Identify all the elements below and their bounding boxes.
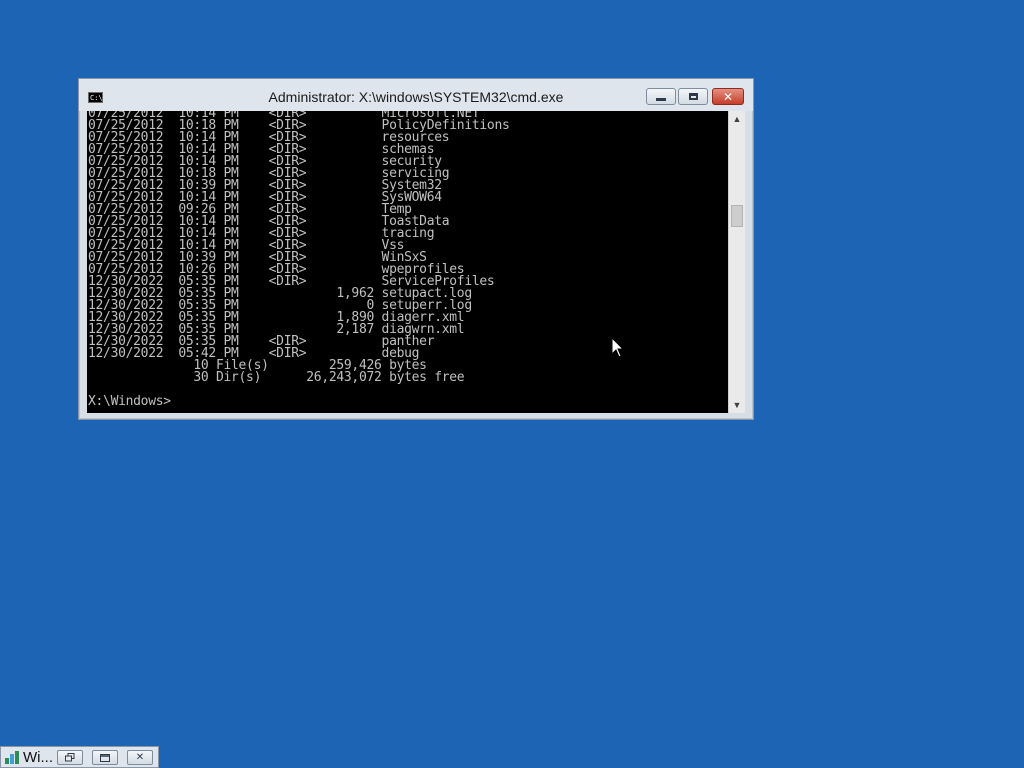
console-output[interactable]: 07/25/2012 10:14 PM <DIR> Microsoft.NET … [87, 111, 728, 413]
cmd-window[interactable]: C:\ Administrator: X:\windows\SYSTEM32\c… [78, 78, 754, 420]
close-icon: ✕ [722, 89, 734, 104]
taskbar-item-setup[interactable]: Wi... ✕ [0, 746, 159, 768]
taskbar-restore-button[interactable] [57, 750, 83, 765]
close-button[interactable]: ✕ [712, 88, 744, 105]
maximize-icon [100, 753, 110, 762]
setup-icon [5, 751, 19, 764]
vertical-scrollbar[interactable]: ▲ ▼ [728, 111, 745, 413]
mouse-pointer-icon [611, 337, 625, 358]
scrollbar-thumb[interactable] [731, 205, 743, 227]
taskbar-close-button[interactable]: ✕ [127, 750, 153, 765]
scroll-down-arrow-icon[interactable]: ▼ [729, 397, 745, 413]
minimize-icon [656, 97, 666, 101]
taskbar-maximize-button[interactable] [92, 750, 118, 765]
console-text: 07/25/2012 10:14 PM <DIR> Microsoft.NET … [88, 111, 510, 409]
maximize-icon [688, 93, 698, 100]
taskbar-item-label: Wi... [23, 749, 53, 766]
title-bar[interactable]: C:\ Administrator: X:\windows\SYSTEM32\c… [79, 79, 753, 111]
restore-icon [65, 753, 75, 762]
scroll-up-arrow-icon[interactable]: ▲ [729, 111, 745, 127]
maximize-button[interactable] [678, 88, 708, 105]
minimize-button[interactable] [646, 88, 676, 105]
close-icon: ✕ [135, 752, 145, 763]
